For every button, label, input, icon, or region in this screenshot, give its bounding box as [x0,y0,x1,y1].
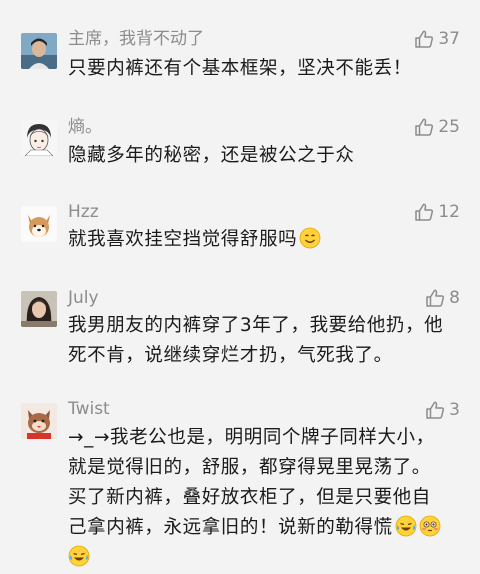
like-button[interactable]: 3 [425,399,460,421]
thumbs-up-icon [415,203,434,221]
comment-text-line: 就是觉得旧的，舒服，都穿得晃里晃荡了。 [68,457,431,478]
like-button[interactable]: 25 [414,116,460,138]
comment-text: 只要内裤还有个基本框架，坚决不能丢！ [68,54,468,84]
comment-text-line: 只要内裤还有个基本框架，坚决不能丢！ [68,58,412,79]
girl-photo-avatar-icon[interactable] [21,291,57,327]
comment-text-line: 买了新内裤，叠好放衣柜了，但是只要他自 [68,487,431,508]
like-count: 8 [449,288,460,308]
sketch-face-avatar-icon[interactable] [21,120,57,156]
thumbs-up-icon [415,30,434,48]
comment-text: →_→我老公也是，明明同个牌子同样大小， 就是觉得旧的，舒服，都穿得晃里晃荡了。… [68,423,468,573]
like-count: 3 [449,400,460,420]
comment-text-line: 就我喜欢挂空挡觉得舒服吗 [68,225,468,255]
comment-text-line: 隐藏多年的秘密，还是被公之于众 [68,145,355,166]
flushed-emoji [419,515,441,537]
like-count: 37 [438,29,460,49]
thumbs-up-icon [426,401,445,419]
comment-username[interactable]: Hzz [68,202,99,222]
person-photo-avatar-icon[interactable] [21,33,57,69]
thumbs-up-icon [415,118,434,136]
like-button[interactable]: 37 [414,28,460,50]
comment-text: 隐藏多年的秘密，还是被公之于众 [68,141,468,171]
comment-username[interactable]: Twist [68,399,110,419]
smile-emoji [299,227,321,249]
comment-username[interactable]: 熵。 [68,117,102,137]
comment-text-segment: 己拿内裤，永远拿旧的！说新的勒得慌 [68,517,393,538]
like-button[interactable]: 8 [425,287,460,309]
comment-text-line: 死不肯，说继续穿烂才扔，气死我了。 [68,345,393,366]
like-button[interactable]: 12 [414,201,460,223]
comment-text-segment: 就我喜欢挂空挡觉得舒服吗 [68,229,298,250]
comment-text-line: 我男朋友的内裤穿了3年了，我要给他扔，他 [68,315,444,336]
like-count: 25 [438,117,460,137]
laugh-cry-emoji [68,545,90,567]
laugh-cry-emoji [395,515,417,537]
comment-text: 我男朋友的内裤穿了3年了，我要给他扔，他 死不肯，说继续穿烂才扔，气死我了。 [68,311,468,371]
comment-text-line: 己拿内裤，永远拿旧的！说新的勒得慌 [68,513,468,543]
comment-username[interactable]: 主席，我背不动了 [68,29,204,49]
comment-text: 就我喜欢挂空挡觉得舒服吗 [68,225,468,255]
thumbs-up-icon [426,289,445,307]
comment-username[interactable]: July [68,288,99,308]
shiba-dog-avatar-icon[interactable] [21,206,57,242]
like-count: 12 [438,202,460,222]
comment-text-line [68,543,468,573]
cartoon-cat-avatar-icon[interactable] [21,403,57,439]
comment-text-line: →_→我老公也是，明明同个牌子同样大小， [68,427,435,448]
